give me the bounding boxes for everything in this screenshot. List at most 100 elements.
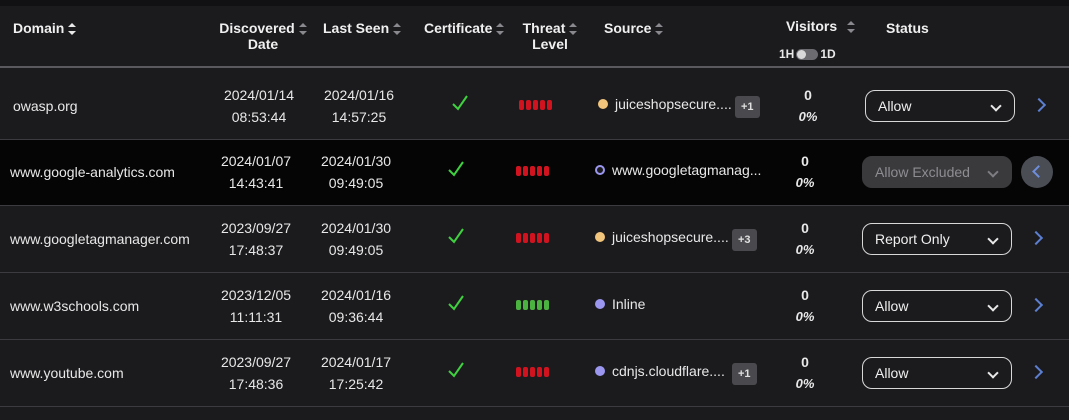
visitors-count: 0 <box>801 220 809 236</box>
visitors-count: 0 <box>801 153 809 169</box>
collapse-button[interactable] <box>1021 156 1053 188</box>
column-discovered-label: Discovered <box>219 20 295 36</box>
column-threat-label: Threat <box>522 20 566 36</box>
domain-cell[interactable]: owasp.org <box>13 98 78 114</box>
table-row[interactable]: www.google-analytics.com 2024/01/07 14:4… <box>0 140 1069 206</box>
source-cell[interactable]: juiceshopsecure.... <box>595 229 729 245</box>
chevron-right-icon[interactable] <box>1031 97 1047 113</box>
column-status-label: Status <box>886 20 929 36</box>
visitors-cell: 0 0% <box>790 351 820 395</box>
sort-icon[interactable] <box>298 23 307 36</box>
source-text: cdnjs.cloudflare.... <box>612 363 725 379</box>
discovered-time: 14:43:41 <box>228 175 284 191</box>
table-row[interactable]: www.googletagmanager.com 2023/09/27 17:4… <box>0 207 1069 273</box>
column-header-source[interactable]: Source <box>604 20 664 36</box>
toggle-1d-label: 1D <box>820 47 836 61</box>
sort-icon[interactable] <box>655 23 664 36</box>
visitors-range-toggle[interactable]: 1H 1D <box>779 47 836 61</box>
table-row[interactable]: www.youtube.com 2023/09/27 17:48:36 2024… <box>0 341 1069 407</box>
discovered-time: 11:11:31 <box>229 309 283 325</box>
source-text: juiceshopsecure.... <box>615 96 732 112</box>
last-seen-time: 09:36:44 <box>328 309 384 325</box>
threat-bar <box>537 233 542 243</box>
source-text: juiceshopsecure.... <box>612 229 729 245</box>
status-select[interactable]: Allow <box>865 90 1015 122</box>
discovered-cell: 2024/01/14 08:53:44 <box>214 84 304 128</box>
status-select[interactable]: Allow <box>862 290 1012 322</box>
chevron-down-icon <box>987 166 999 178</box>
sort-icon[interactable] <box>68 23 77 36</box>
status-value: Allow <box>875 298 909 314</box>
source-dot-icon <box>595 366 605 376</box>
switch-knob <box>797 49 807 59</box>
more-sources-badge[interactable]: +1 <box>732 363 757 385</box>
source-cell[interactable]: www.googletagmanag... <box>595 162 761 178</box>
threat-bar <box>547 100 552 110</box>
source-dot-icon <box>598 99 608 109</box>
chevron-right-icon[interactable] <box>1028 364 1044 380</box>
column-header-certificate[interactable]: Certificate <box>424 20 505 36</box>
sort-icon[interactable] <box>496 23 505 36</box>
threat-bar <box>537 166 542 176</box>
column-header-domain[interactable]: Domain <box>13 20 77 36</box>
sort-icon[interactable] <box>393 23 402 36</box>
column-header-last-seen[interactable]: Last Seen <box>323 20 402 36</box>
threat-bar <box>544 233 549 243</box>
threat-bar <box>530 166 535 176</box>
source-cell[interactable]: juiceshopsecure.... <box>598 96 732 112</box>
status-select[interactable]: Allow <box>862 357 1012 389</box>
source-dot-icon <box>595 299 605 309</box>
table-header: Domain Discovered Date Last Seen Certifi… <box>0 6 1069 64</box>
visitors-cell: 0 0% <box>793 84 823 128</box>
column-visitors-label: Visitors <box>786 18 838 34</box>
sort-icon[interactable] <box>569 23 578 36</box>
last-seen-time: 09:49:05 <box>328 242 384 258</box>
visitors-cell: 0 0% <box>790 150 820 194</box>
source-text: www.googletagmanag... <box>612 162 762 178</box>
status-select[interactable]: Report Only <box>862 223 1012 255</box>
threat-bar <box>523 166 528 176</box>
discovered-date: 2024/01/14 <box>223 87 295 103</box>
domain-cell[interactable]: www.w3schools.com <box>10 298 139 314</box>
status-value: Allow <box>875 365 909 381</box>
status-value: Report Only <box>875 231 950 247</box>
threat-level-red <box>516 367 549 377</box>
last-seen-time: 17:25:42 <box>328 376 384 392</box>
status-value: Allow Excluded <box>875 164 970 180</box>
discovered-date: 2023/09/27 <box>220 220 292 236</box>
domain-cell[interactable]: www.youtube.com <box>10 365 124 381</box>
domain-cell[interactable]: www.googletagmanager.com <box>10 231 190 247</box>
chevron-right-icon[interactable] <box>1028 230 1044 246</box>
source-cell[interactable]: cdnjs.cloudflare.... <box>595 363 725 379</box>
column-header-discovered[interactable]: Discovered Date <box>218 20 308 52</box>
check-icon <box>448 362 464 378</box>
threat-bar <box>516 300 521 310</box>
more-sources-badge[interactable]: +1 <box>735 96 760 118</box>
visitors-percent: 0% <box>798 109 818 124</box>
chevron-right-icon[interactable] <box>1028 297 1044 313</box>
column-header-threat[interactable]: Threat Level <box>520 20 580 52</box>
table-row[interactable]: www.w3schools.com 2023/12/05 11:11:31 20… <box>0 274 1069 340</box>
sort-icon[interactable] <box>847 21 856 34</box>
status-select: Allow Excluded <box>862 156 1012 188</box>
last-seen-cell: 2024/01/30 09:49:05 <box>311 150 401 194</box>
threat-bar <box>544 166 549 176</box>
source-cell[interactable]: Inline <box>595 296 645 312</box>
more-sources-badge[interactable]: +3 <box>732 229 757 251</box>
last-seen-cell: 2024/01/16 09:36:44 <box>311 284 401 328</box>
threat-bar <box>530 300 535 310</box>
threat-bar <box>526 100 531 110</box>
column-certificate-label: Certificate <box>424 20 493 36</box>
source-dot-icon <box>595 232 605 242</box>
threat-bar <box>544 367 549 377</box>
last-seen-date: 2024/01/16 <box>320 287 392 303</box>
range-switch[interactable] <box>796 48 819 60</box>
visitors-count: 0 <box>801 287 809 303</box>
table-row[interactable]: owasp.org 2024/01/14 08:53:44 2024/01/16… <box>0 74 1069 140</box>
last-seen-cell: 2024/01/30 09:49:05 <box>311 217 401 261</box>
column-header-visitors[interactable]: Visitors <box>786 18 856 34</box>
domain-cell[interactable]: www.google-analytics.com <box>10 164 175 180</box>
threat-level-green <box>516 300 549 310</box>
check-icon <box>452 95 468 111</box>
discovered-date: 2023/09/27 <box>220 354 292 370</box>
